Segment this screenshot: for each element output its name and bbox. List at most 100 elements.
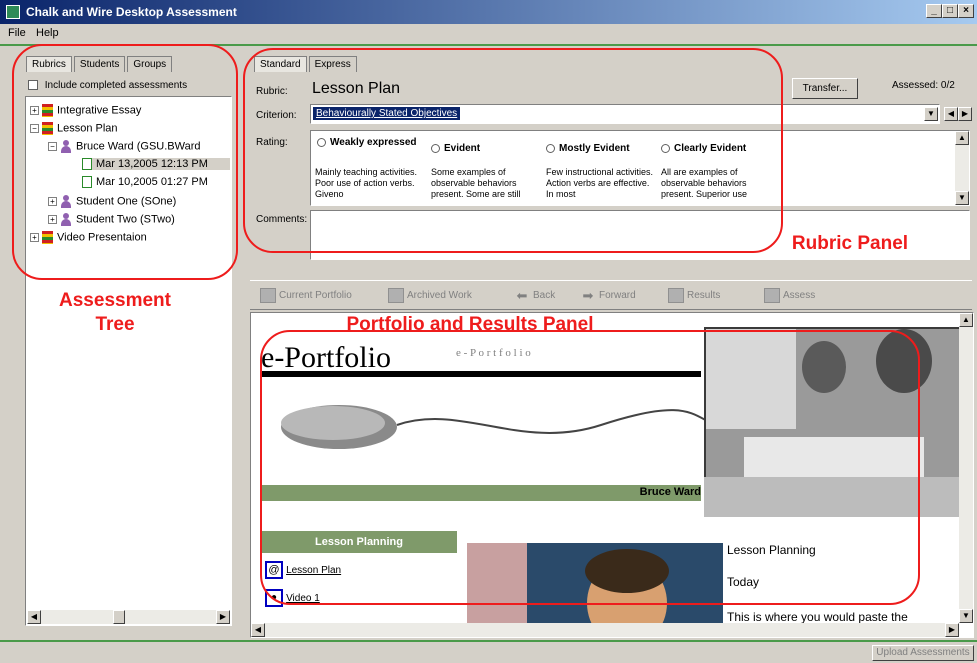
- include-completed[interactable]: Include completed assessments: [28, 80, 187, 91]
- toolbar-label: Assess: [783, 290, 816, 302]
- rubric-icon: [42, 231, 53, 244]
- expand-icon[interactable]: +: [48, 197, 57, 206]
- tree-hscrollbar[interactable]: ◀ ▶: [27, 610, 230, 624]
- owner-band: Bruce Ward: [261, 485, 701, 501]
- rating-name: Clearly Evident: [674, 143, 747, 154]
- menu-file[interactable]: File: [8, 27, 26, 39]
- rubric-tabs: Standard Express: [254, 56, 359, 72]
- portfolio-title: e-Portfolio: [261, 341, 391, 374]
- assess-icon: [764, 288, 780, 303]
- minimize-button[interactable]: _: [926, 4, 942, 18]
- rating-name: Weakly expressed: [330, 137, 417, 148]
- annotation-line: Assessment: [59, 290, 171, 311]
- upload-assessments-button[interactable]: Upload Assessments: [872, 645, 974, 661]
- annotation-line: Tree: [95, 314, 135, 335]
- portfolio-title-spaced: e - P o r t f o l i o: [456, 347, 531, 359]
- nav-link-label[interactable]: Lesson Plan: [286, 565, 341, 576]
- tree-item-lesson-plan[interactable]: − Lesson Plan: [30, 122, 118, 135]
- scroll-down-icon[interactable]: ▼: [955, 191, 969, 205]
- tree-item-entry-1[interactable]: Mar 13,2005 12:13 PM: [82, 158, 230, 171]
- rating-vscrollbar[interactable]: ▲ ▼: [955, 131, 969, 205]
- tab-express[interactable]: Express: [308, 56, 357, 72]
- rating-option-mostly[interactable]: Mostly Evident: [546, 143, 630, 154]
- side-text-heading: Lesson Planning: [727, 543, 816, 557]
- scroll-right-icon[interactable]: ▶: [216, 610, 230, 624]
- rating-label: Rating:: [256, 137, 288, 148]
- expand-icon[interactable]: +: [30, 233, 39, 242]
- rubric-icon: [42, 122, 53, 135]
- menu-help[interactable]: Help: [36, 27, 59, 39]
- tree-item-bruce-ward[interactable]: − Bruce Ward (GSU.BWard: [48, 140, 201, 153]
- comments-label: Comments:: [256, 214, 308, 225]
- expand-icon[interactable]: +: [48, 215, 57, 224]
- tab-groups[interactable]: Groups: [127, 56, 173, 72]
- collapse-icon[interactable]: −: [30, 124, 39, 133]
- tree-item-entry-2[interactable]: Mar 10,2005 01:27 PM: [82, 176, 230, 189]
- maximize-button[interactable]: □: [942, 4, 958, 18]
- expand-icon[interactable]: +: [30, 106, 39, 115]
- toolbar-label: Forward: [599, 290, 636, 302]
- owner-name: Bruce Ward: [639, 486, 701, 498]
- portfolio-hscrollbar[interactable]: ◀ ▶: [251, 623, 959, 637]
- menu-bar: File Help: [0, 24, 977, 42]
- scroll-left-icon[interactable]: ◀: [251, 623, 265, 637]
- tree-item-student-two[interactable]: + Student Two (STwo): [48, 213, 175, 226]
- nav-link-video[interactable]: ● Video 1: [265, 589, 320, 607]
- criterion-dropdown[interactable]: Behaviourally Stated Objectives ▼: [310, 104, 940, 124]
- radio-icon[interactable]: [546, 143, 555, 153]
- criterion-next-icon[interactable]: ▶: [958, 107, 972, 121]
- collapse-icon[interactable]: −: [48, 142, 57, 151]
- rating-option-clearly[interactable]: Clearly Evident: [661, 143, 746, 154]
- assess-button[interactable]: Assess: [764, 288, 815, 303]
- close-button[interactable]: ×: [958, 4, 974, 18]
- tab-standard[interactable]: Standard: [254, 56, 307, 72]
- rubric-name: Lesson Plan: [312, 80, 401, 97]
- transfer-button[interactable]: Transfer...: [792, 78, 858, 99]
- tree-label: Video Presentaion: [57, 231, 147, 244]
- tree-item-video-presentation[interactable]: + Video Presentaion: [30, 231, 147, 244]
- scroll-up-icon[interactable]: ▲: [959, 313, 973, 327]
- rating-option-evident[interactable]: Evident: [431, 143, 480, 154]
- student-icon: [60, 213, 72, 226]
- radio-icon[interactable]: [661, 143, 670, 153]
- criterion-prev-icon[interactable]: ◀: [944, 107, 958, 121]
- radio-icon[interactable]: [431, 143, 440, 153]
- scroll-up-icon[interactable]: ▲: [955, 131, 969, 145]
- side-text-body: This is where you would paste the: [727, 610, 908, 624]
- archived-work-button[interactable]: Archived Work: [388, 288, 472, 303]
- criterion-label: Criterion:: [256, 110, 297, 121]
- nav-link-lesson-plan[interactable]: @ Lesson Plan: [265, 561, 341, 579]
- divider: [0, 44, 977, 46]
- portfolio-icon: [260, 288, 276, 303]
- scroll-down-icon[interactable]: ▼: [959, 609, 973, 623]
- assessed-count: Assessed: 0/2: [892, 80, 955, 91]
- scroll-right-icon[interactable]: ▶: [945, 623, 959, 637]
- tree-label: Mar 10,2005 01:27 PM: [96, 176, 208, 188]
- include-completed-label: Include completed assessments: [44, 80, 188, 91]
- tree-item-student-one[interactable]: + Student One (SOne): [48, 195, 176, 208]
- portfolio-vscrollbar[interactable]: ▲ ▼: [959, 313, 973, 623]
- tab-rubrics[interactable]: Rubrics: [26, 56, 72, 72]
- assessment-tree-annotation: Assessment Tree: [30, 289, 200, 337]
- dropdown-chevron-icon[interactable]: ▼: [924, 107, 938, 121]
- include-completed-checkbox[interactable]: [28, 80, 38, 91]
- archive-icon: [388, 288, 404, 303]
- document-icon: [82, 158, 92, 171]
- toolbar-label: Back: [533, 290, 556, 302]
- window-title: Chalk and Wire Desktop Assessment: [26, 5, 237, 19]
- rating-option-weakly[interactable]: Weakly expressed: [317, 137, 427, 148]
- rating-desc-weakly: Mainly teaching activities. Poor use of …: [315, 167, 418, 199]
- scroll-left-icon[interactable]: ◀: [27, 610, 41, 624]
- current-portfolio-button[interactable]: Current Portfolio: [260, 288, 352, 303]
- rating-name: Evident: [444, 143, 481, 154]
- radio-icon[interactable]: [317, 137, 326, 147]
- scroll-thumb[interactable]: [113, 610, 125, 624]
- tab-students[interactable]: Students: [73, 56, 126, 72]
- back-button[interactable]: ⬅ Back: [514, 288, 556, 303]
- forward-button[interactable]: ➡ Forward: [580, 288, 636, 303]
- tree-item-integrative-essay[interactable]: + Integrative Essay: [30, 104, 141, 117]
- criterion-value: Behaviourally Stated Objectives: [313, 107, 461, 120]
- nav-link-label[interactable]: Video 1: [286, 593, 320, 604]
- results-button[interactable]: Results: [668, 288, 720, 303]
- student-icon: [60, 140, 72, 153]
